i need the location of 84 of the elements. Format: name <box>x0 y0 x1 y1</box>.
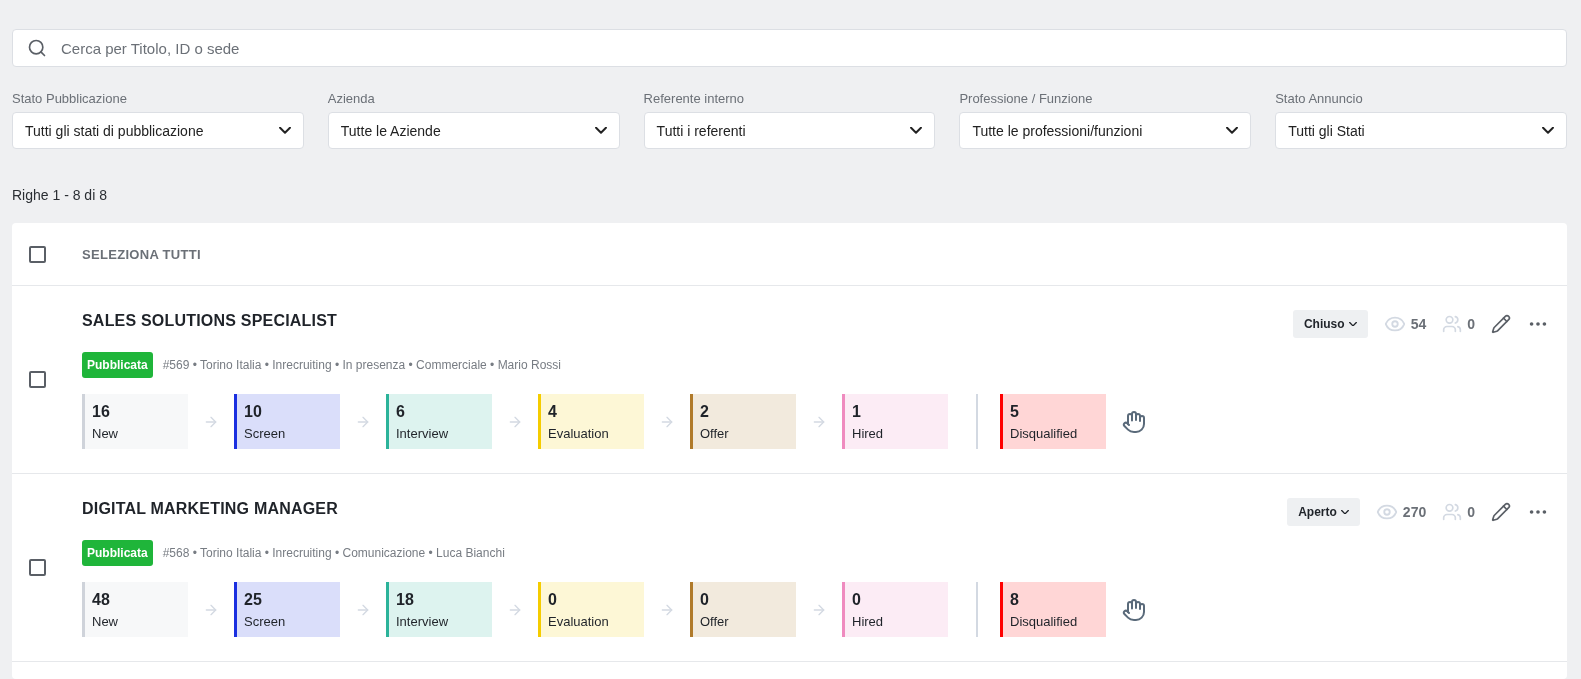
pipeline-stage[interactable]: 8 Disqualified <box>1000 582 1106 637</box>
checkbox[interactable] <box>29 245 46 263</box>
chevron-down-icon <box>1348 321 1357 327</box>
row-count: Righe 1 - 8 di 8 <box>12 187 107 203</box>
stage-count: 0 <box>700 590 710 609</box>
pipeline-stage[interactable]: 25 Screen <box>234 582 340 637</box>
pipeline-stage[interactable]: 48 New <box>82 582 188 637</box>
views-count: 270 <box>1402 504 1427 520</box>
chevron-down-icon <box>278 127 291 134</box>
stage-count: 0 <box>548 590 558 609</box>
pipeline-stage[interactable]: 5 Disqualified <box>1000 394 1106 449</box>
search-icon <box>27 38 47 58</box>
filter-label: Stato Annuncio <box>1275 91 1364 106</box>
filter-dropdown[interactable]: Tutti i referenti <box>643 112 936 149</box>
candidates-count: 0 <box>1467 316 1475 332</box>
stage-count: 1 <box>852 402 862 421</box>
stage-count: 25 <box>244 590 263 609</box>
status-badge: Pubblicata <box>82 352 153 378</box>
job-meta: #569 • Torino Italia • Inrecruiting • In presenza • Commerciale • Mario Rossi <box>162 358 561 372</box>
state-dropdown[interactable]: Aperto <box>1287 498 1360 526</box>
filter-label: Azienda <box>327 91 376 106</box>
filter-dropdown[interactable]: Tutti gli stati di pubblicazione <box>12 112 304 149</box>
stage-label: Disqualified <box>1010 425 1079 441</box>
stage-label: Hired <box>852 613 885 629</box>
pipeline-stage[interactable]: 2 Offer <box>690 394 796 449</box>
stage-count: 4 <box>548 402 558 421</box>
status-badge: Pubblicata <box>82 540 153 566</box>
filter-dropdown[interactable]: Tutte le professioni/funzioni <box>959 112 1252 149</box>
chevron-down-icon <box>910 127 923 134</box>
pipeline-stage[interactable]: 0 Hired <box>842 582 948 637</box>
pipeline-stage[interactable]: 16 New <box>82 394 188 449</box>
stage-count: 16 <box>92 402 111 421</box>
pipeline-stage[interactable]: 10 Screen <box>234 394 340 449</box>
stage-count: 18 <box>396 590 415 609</box>
stage-count: 48 <box>92 590 111 609</box>
stage-label: Interview <box>396 425 450 441</box>
stage-count: 2 <box>700 402 710 421</box>
hand-icon <box>1122 409 1146 434</box>
job-meta: #568 • Torino Italia • Inrecruiting • Comunicazione • Luca Bianchi <box>162 546 505 560</box>
pipeline-stage[interactable]: 18 Interview <box>386 582 492 637</box>
job-title[interactable]: SALES SOLUTIONS SPECIALIST <box>82 312 337 330</box>
checkbox[interactable] <box>29 559 46 576</box>
job-title[interactable]: DIGITAL MARKETING MANAGER <box>82 500 338 518</box>
pipeline-stage[interactable]: 0 Evaluation <box>538 582 644 637</box>
pipeline-stage[interactable]: 4 Evaluation <box>538 394 644 449</box>
stage-count: 0 <box>852 590 862 609</box>
chevron-down-icon <box>1542 127 1554 134</box>
pipeline-stage[interactable]: 1 Hired <box>842 394 948 449</box>
people-icon <box>1442 502 1463 522</box>
checkbox[interactable] <box>29 371 46 388</box>
hand-icon <box>1122 597 1146 622</box>
stage-label: Offer <box>700 425 730 441</box>
select-all-label: SELEZIONA TUTTI <box>82 246 201 262</box>
stage-count: 10 <box>244 402 263 421</box>
edit-icon[interactable] <box>1491 502 1511 522</box>
stage-label: Evaluation <box>548 425 610 441</box>
filter-dropdown[interactable]: Tutti gli Stati <box>1275 112 1567 149</box>
views-count: 54 <box>1410 316 1427 332</box>
stage-label: New <box>92 425 119 441</box>
stage-label: Evaluation <box>548 613 610 629</box>
chevron-down-icon <box>1226 127 1239 134</box>
pipeline-stage[interactable]: 6 Interview <box>386 394 492 449</box>
stage-count: 8 <box>1010 590 1020 609</box>
candidates-count: 0 <box>1467 504 1475 520</box>
stage-count: 5 <box>1010 402 1020 421</box>
pipeline-stage[interactable]: 0 Offer <box>690 582 796 637</box>
filter-label: Referente interno <box>643 91 746 106</box>
chevron-down-icon <box>594 127 607 134</box>
stage-label: Interview <box>396 613 450 629</box>
filter-label: Professione / Funzione <box>959 91 1094 106</box>
filter-dropdown[interactable]: Tutte le Aziende <box>327 112 620 149</box>
stage-label: Screen <box>244 613 287 629</box>
people-icon <box>1442 314 1463 334</box>
stage-label: Disqualified <box>1010 613 1079 629</box>
stage-label: New <box>92 613 119 629</box>
search-field[interactable]: Cerca per Titolo, ID o sede <box>12 29 1567 67</box>
stage-label: Hired <box>852 425 885 441</box>
stage-label: Screen <box>244 425 287 441</box>
state-dropdown[interactable]: Chiuso <box>1292 310 1368 338</box>
edit-icon[interactable] <box>1491 314 1511 334</box>
stage-label: Offer <box>700 613 730 629</box>
chevron-down-icon <box>1340 509 1349 515</box>
stage-count: 6 <box>396 402 406 421</box>
filter-label: Stato Pubblicazione <box>12 91 128 106</box>
